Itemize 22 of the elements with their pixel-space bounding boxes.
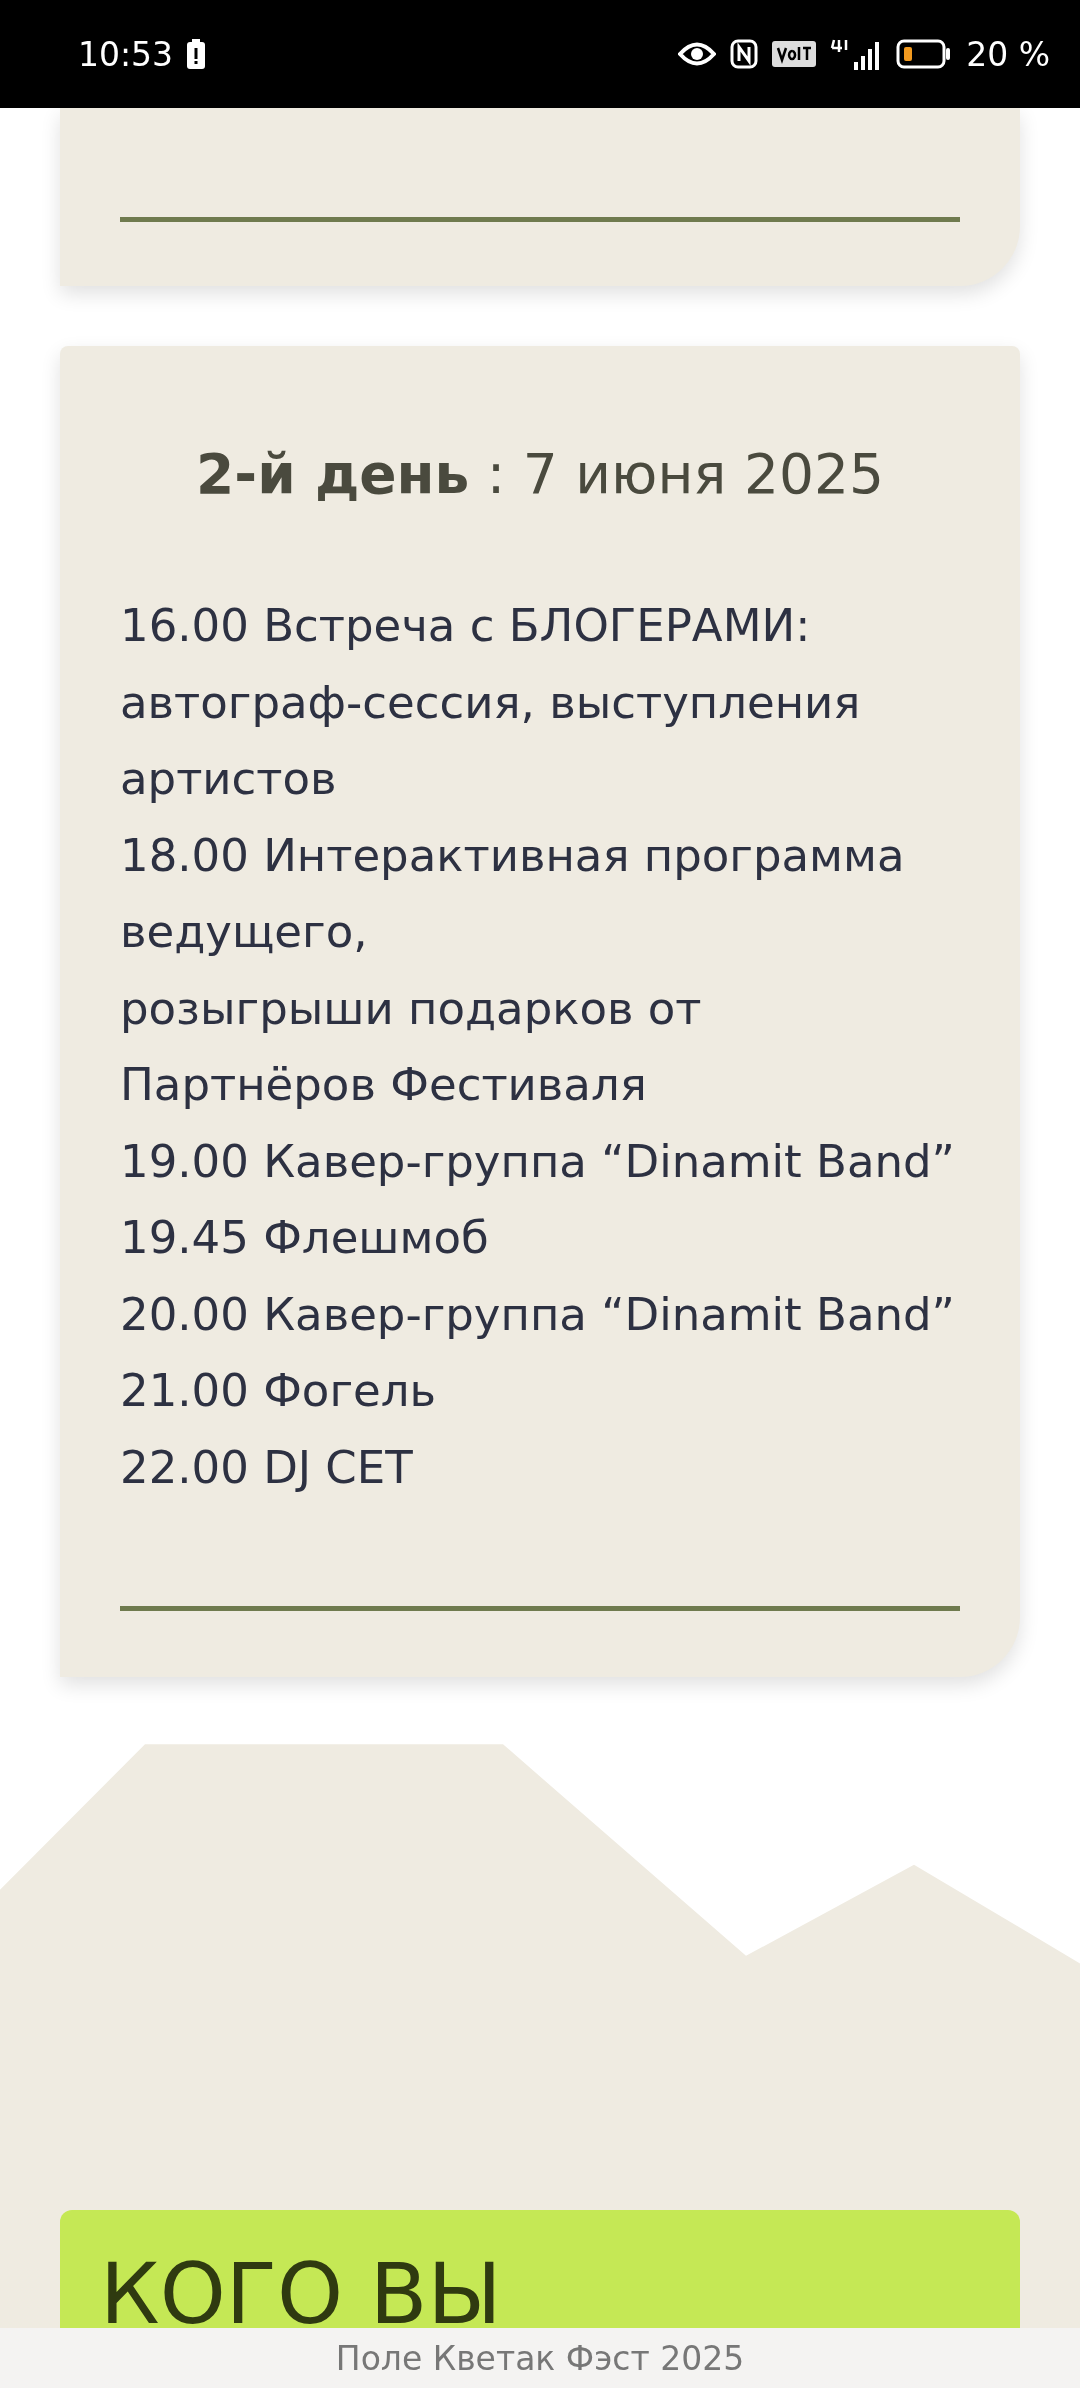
schedule-line: 16.00 Встреча с БЛОГЕРАМИ: <box>120 598 812 654</box>
promo-heading: КОГО ВЫ <box>100 2252 503 2328</box>
nfc-icon <box>730 39 759 69</box>
schedule-line: автограф-сессия, выступления <box>120 674 862 731</box>
eye-icon <box>678 41 717 67</box>
schedule-line: 19.00 Кавер-группа “Dinamit Band” <box>120 1133 956 1190</box>
schedule-line: 22.00 DJ CET <box>120 1439 414 1496</box>
schedule-line: Партнёров Фестиваля <box>120 1057 648 1113</box>
battery-alert-icon <box>187 39 206 69</box>
schedule-line: 21.00 Фогель <box>120 1363 437 1419</box>
schedule-line: 18.00 Интерактивная программа <box>120 827 906 884</box>
schedule-line: 19.45 Флешмоб <box>120 1210 490 1266</box>
volte-icon <box>772 41 817 67</box>
schedule-line: 20.00 Кавер-группа “Dinamit Band” <box>120 1286 956 1343</box>
battery-icon <box>896 39 953 69</box>
clock: 10:53 <box>78 34 174 74</box>
site-title: Поле Кветак Фэст 2025 <box>0 2328 1080 2388</box>
schedule-line: розыгрыши подарков от <box>120 980 703 1037</box>
schedule-line: артистов <box>120 751 338 807</box>
day-title: 2-й день : 7 июня 2025 <box>195 442 885 506</box>
battery-percent: 20 % <box>966 34 1050 74</box>
schedule-line: ведущего, <box>120 904 369 960</box>
